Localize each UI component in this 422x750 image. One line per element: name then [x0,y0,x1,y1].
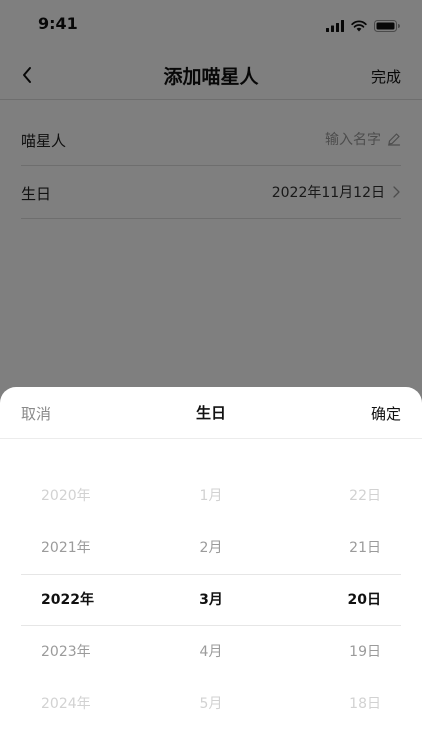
day-option[interactable]: 19日 [291,626,381,678]
confirm-button[interactable]: 确定 [371,403,401,424]
year-option[interactable]: 2020年 [41,470,131,522]
date-picker: 2020年 2021年 2022年 2023年 2024年 1月 2月 3月 4… [0,470,422,730]
date-picker-sheet: 取消 生日 确定 2020年 2021年 2022年 2023年 2024年 1… [0,387,422,750]
day-option[interactable]: 21日 [291,522,381,574]
day-option[interactable]: 18日 [291,678,381,730]
month-option-selected[interactable]: 3月 [161,574,261,626]
month-option[interactable]: 1月 [161,470,261,522]
month-option[interactable]: 4月 [161,626,261,678]
month-option[interactable]: 2月 [161,522,261,574]
day-option-selected[interactable]: 20日 [291,574,381,626]
sheet-header: 取消 生日 确定 [0,387,422,439]
year-option[interactable]: 2021年 [41,522,131,574]
year-option-selected[interactable]: 2022年 [41,574,131,626]
year-option[interactable]: 2023年 [41,626,131,678]
sheet-title: 生日 [195,404,226,422]
month-wheel[interactable]: 1月 2月 3月 4月 5月 [161,470,261,730]
month-option[interactable]: 5月 [161,678,261,730]
day-wheel[interactable]: 22日 21日 20日 19日 18日 [291,470,381,730]
year-option[interactable]: 2024年 [41,678,131,730]
year-wheel[interactable]: 2020年 2021年 2022年 2023年 2024年 [41,470,131,730]
add-cat-screen: 9:41 添加喵星人 [0,0,422,750]
day-option[interactable]: 22日 [291,470,381,522]
